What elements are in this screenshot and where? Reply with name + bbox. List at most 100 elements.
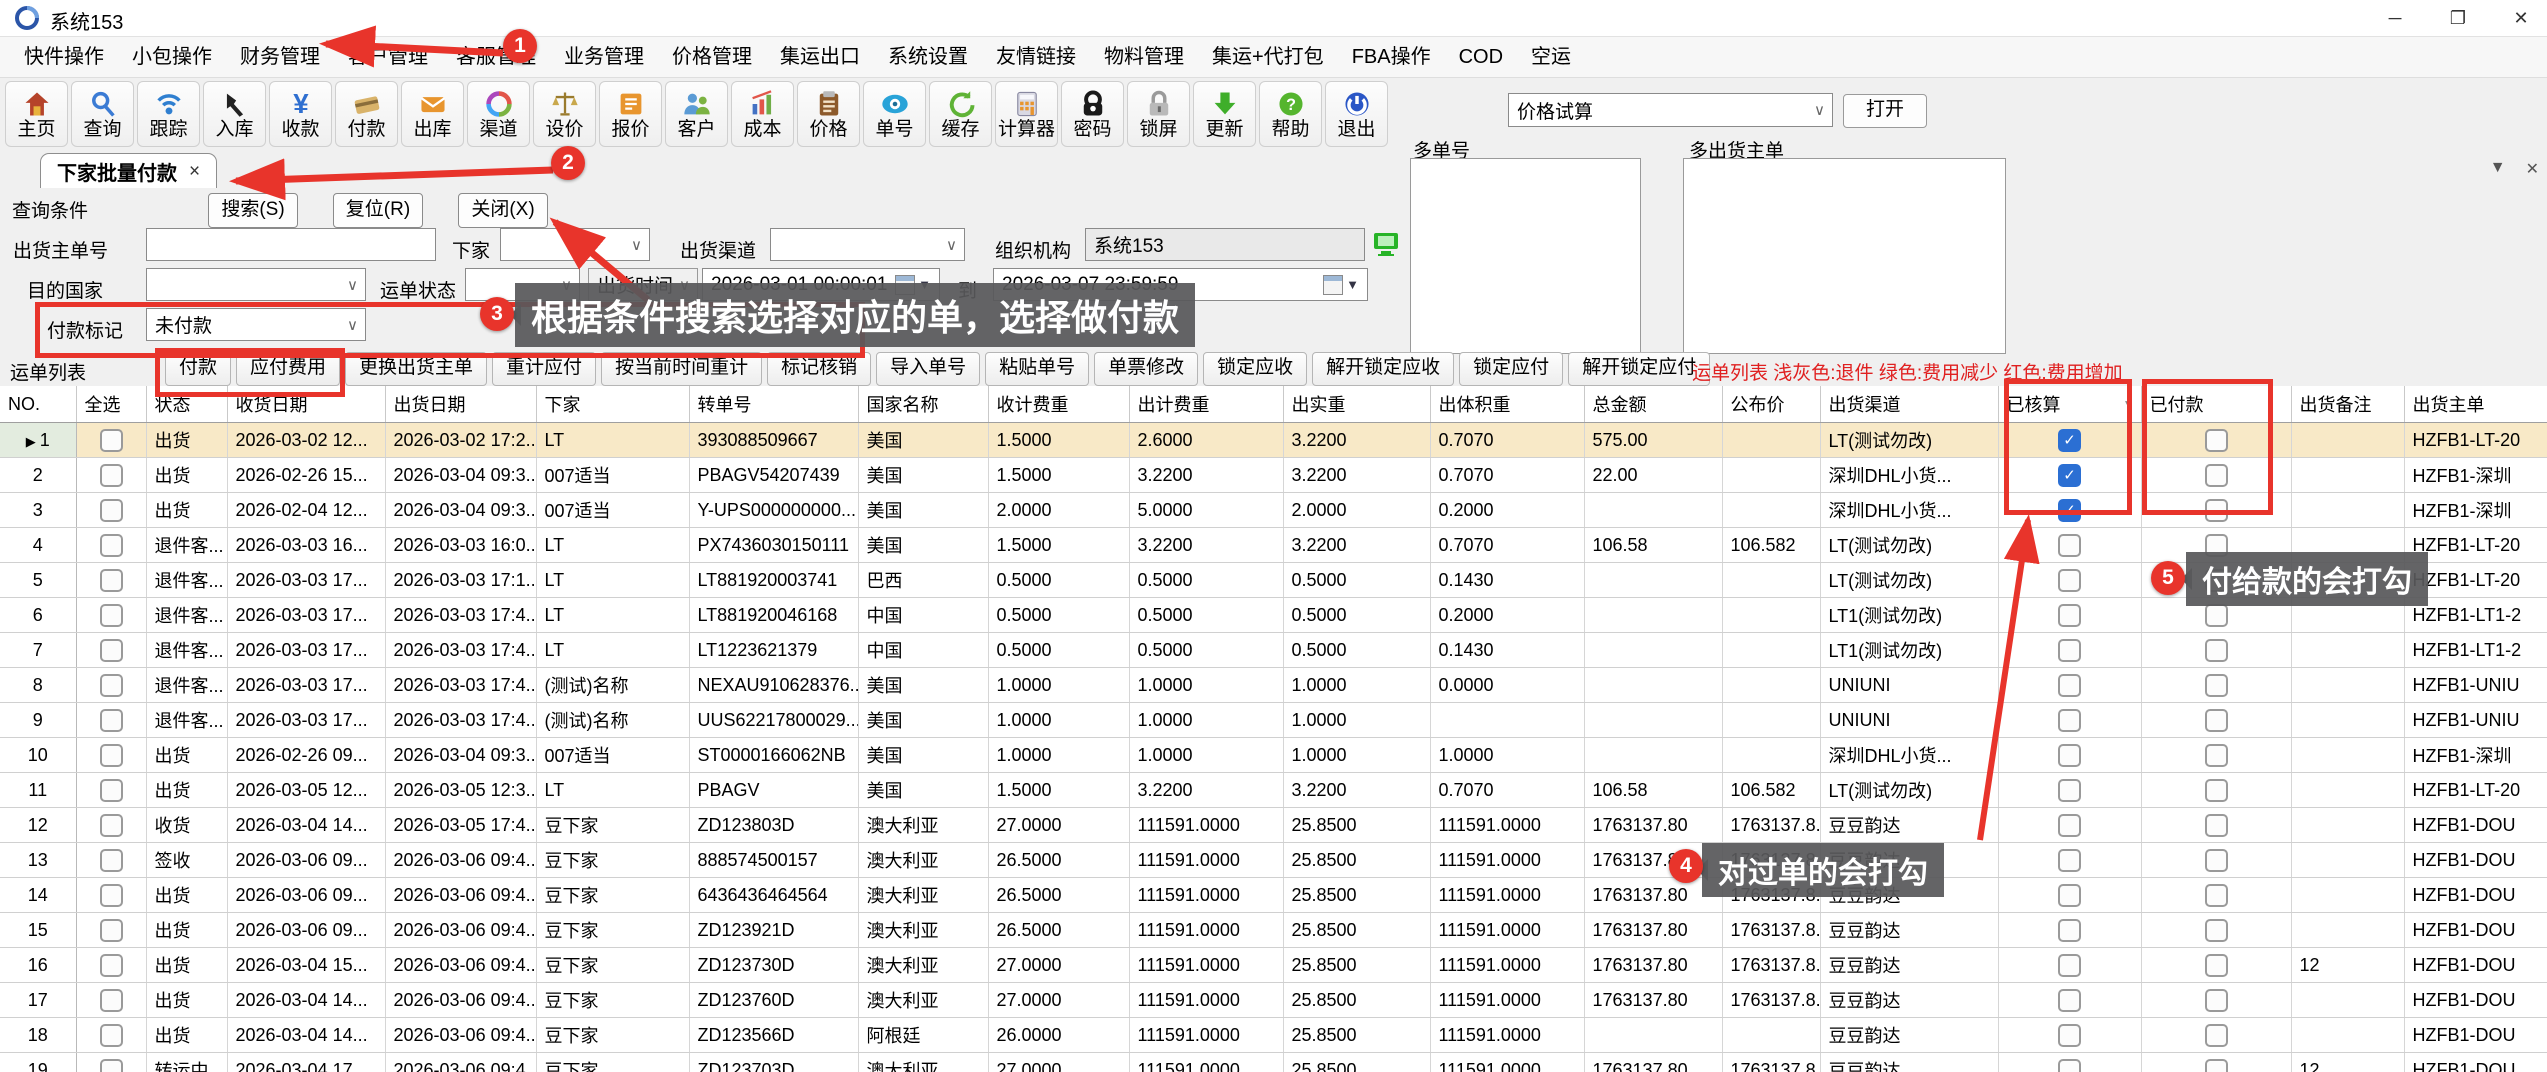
col-header-country[interactable]: 国家名称 [858,386,988,423]
cell-settled[interactable] [1998,528,2141,563]
settled-checkbox[interactable] [2058,884,2081,907]
table-row[interactable]: 16出货2026-03-04 15...2026-03-06 09:4...豆下… [0,948,2547,983]
window-close-icon[interactable]: ✕ [2498,4,2544,32]
import-no-button[interactable]: 导入单号 [876,352,980,386]
cell-paid[interactable] [2141,738,2291,773]
lock-receivable-button[interactable]: 锁定应收 [1203,352,1307,386]
cell-settled[interactable] [1998,563,2141,598]
paid-checkbox[interactable] [2205,779,2228,802]
cell-paid[interactable] [2141,913,2291,948]
settled-checkbox[interactable] [2058,989,2081,1012]
table-row[interactable]: 8退件客...2026-03-03 17...2026-03-03 17:4..… [0,668,2547,703]
settled-checkbox[interactable] [2058,744,2081,767]
select-checkbox[interactable] [100,534,123,557]
col-header-master_no[interactable]: 出货主单 [2404,386,2547,423]
paid-checkbox[interactable] [2205,429,2228,452]
col-header-transfer_no[interactable]: 转单号 [689,386,858,423]
menu-item-3[interactable]: 财务管理 [226,37,334,77]
paid-checkbox[interactable] [2205,499,2228,522]
toolbar-button-exit[interactable]: 退出 [1325,81,1388,147]
menu-item-10[interactable]: 友情链接 [982,37,1090,77]
lock-payable-button[interactable]: 锁定应付 [1459,352,1563,386]
close-button[interactable]: 关闭(X) [458,193,548,228]
cell-select[interactable] [76,668,146,703]
settled-checkbox[interactable] [2058,814,2081,837]
paste-no-button[interactable]: 粘贴单号 [985,352,1089,386]
menu-item-4[interactable]: 客户管理 [334,37,442,77]
tab-downstream-batch-pay[interactable]: 下家批量付款 × [40,153,217,189]
paid-checkbox[interactable] [2205,604,2228,627]
menu-item-14[interactable]: COD [1445,37,1517,77]
select-checkbox[interactable] [100,919,123,942]
settled-checkbox[interactable] [2058,569,2081,592]
cell-paid[interactable] [2141,983,2291,1018]
cell-paid[interactable] [2141,773,2291,808]
cell-select[interactable] [76,703,146,738]
cell-settled[interactable]: ✓ [1998,458,2141,493]
toolbar-button-track[interactable]: 跟踪 [137,81,200,147]
table-row[interactable]: 7退件客...2026-03-03 17...2026-03-03 17:4..… [0,633,2547,668]
menu-item-13[interactable]: FBA操作 [1338,37,1445,77]
cell-settled[interactable] [1998,983,2141,1018]
table-row[interactable]: 18出货2026-03-04 14...2026-03-06 09:4...豆下… [0,1018,2547,1053]
window-maximize-icon[interactable]: ❐ [2435,4,2481,32]
settled-checkbox[interactable] [2058,604,2081,627]
select-checkbox[interactable] [100,884,123,907]
toolbar-button-set-price[interactable]: 设价 [533,81,596,147]
paid-checkbox[interactable] [2205,814,2228,837]
settled-checkbox[interactable] [2058,639,2081,662]
col-header-ship_date[interactable]: 出货日期 [385,386,536,423]
tab-close-icon[interactable]: × [189,161,200,183]
tabstrip-collapse-icon[interactable]: ▼ [2490,159,2506,179]
select-checkbox[interactable] [100,989,123,1012]
window-minimize-icon[interactable]: ─ [2372,4,2418,32]
cell-settled[interactable] [1998,948,2141,983]
table-row[interactable]: 10出货2026-02-26 09...2026-03-04 09:3...00… [0,738,2547,773]
settled-checkbox[interactable] [2058,779,2081,802]
cell-settled[interactable] [1998,738,2141,773]
toolbar-button-channel[interactable]: 渠道 [467,81,530,147]
open-button[interactable]: 打开 [1843,94,1927,128]
select-checkbox[interactable] [100,849,123,872]
cell-settled[interactable] [1998,878,2141,913]
dest-country-select[interactable]: ∨ [146,268,366,301]
paid-checkbox[interactable] [2205,1059,2228,1072]
col-header-ship_calc_weight[interactable]: 出计费重 [1129,386,1283,423]
cell-select[interactable] [76,773,146,808]
pay-button[interactable]: 付款 [165,352,231,386]
cell-paid[interactable] [2141,458,2291,493]
settled-checkbox[interactable]: ✓ [2058,464,2081,487]
menu-item-12[interactable]: 集运+代打包 [1198,37,1338,77]
paid-checkbox[interactable] [2205,1024,2228,1047]
paid-checkbox[interactable] [2205,709,2228,732]
menu-item-11[interactable]: 物料管理 [1090,37,1198,77]
cell-settled[interactable] [1998,668,2141,703]
reset-button[interactable]: 复位(R) [333,193,423,228]
cell-select[interactable] [76,948,146,983]
col-header-settled[interactable]: 已核算▼ [1998,386,2141,423]
table-row[interactable]: 14出货2026-03-06 09...2026-03-06 09:4...豆下… [0,878,2547,913]
table-row[interactable]: 3出货2026-02-04 12...2026-03-04 09:3...007… [0,493,2547,528]
cell-settled[interactable] [1998,1018,2141,1053]
toolbar-button-pay[interactable]: 付款 [335,81,398,147]
pay-mark-select[interactable]: 未付款∨ [146,308,366,341]
toolbar-button-customer[interactable]: 客户 [665,81,728,147]
select-checkbox[interactable] [100,674,123,697]
select-checkbox[interactable] [100,639,123,662]
cell-paid[interactable] [2141,668,2291,703]
unlock-receivable-button[interactable]: 解开锁定应收 [1312,352,1454,386]
cell-select[interactable] [76,738,146,773]
payable-fee-button[interactable]: 应付费用 [236,352,340,386]
cell-select[interactable] [76,843,146,878]
toolbar-button-help[interactable]: ?帮助 [1259,81,1322,147]
toolbar-button-cost[interactable]: 成本 [731,81,794,147]
org-picker-icon[interactable] [1372,231,1400,257]
menu-item-2[interactable]: 小包操作 [118,37,226,77]
table-row[interactable]: 13签收2026-03-06 09...2026-03-06 09:4...豆下… [0,843,2547,878]
cell-select[interactable] [76,528,146,563]
master-no-input[interactable] [146,228,436,261]
settled-checkbox[interactable] [2058,709,2081,732]
cell-settled[interactable] [1998,1053,2141,1072]
table-row[interactable]: 12收货2026-03-04 14...2026-03-05 17:4...豆下… [0,808,2547,843]
date-picker-icon[interactable]: ▼ [1323,275,1359,295]
